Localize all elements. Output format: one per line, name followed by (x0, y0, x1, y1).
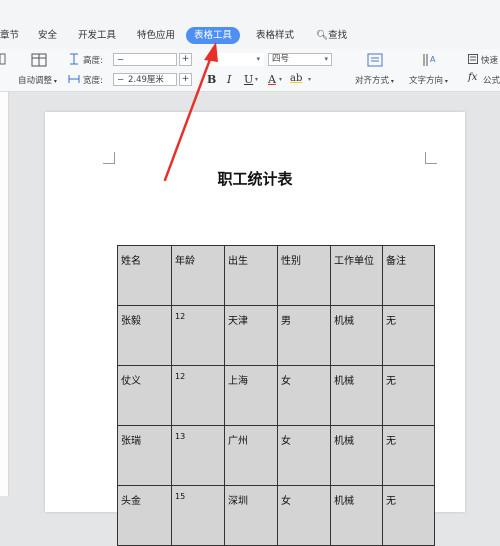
table-cell[interactable]: 无 (382, 485, 435, 546)
text-direction-icon[interactable]: A (421, 52, 437, 68)
height-label: 高度: (83, 56, 103, 66)
autofit-icon[interactable] (31, 53, 47, 67)
text-direction-button[interactable]: 文字方向 ▾ (409, 74, 448, 86)
partial-icon (0, 53, 6, 65)
table-cell[interactable]: 姓名 (117, 245, 172, 306)
quick-calc-icon[interactable] (468, 54, 478, 64)
autofit-button[interactable]: 自动调整 ▾ (18, 74, 57, 86)
table-cell[interactable]: 12 (171, 305, 225, 366)
tab-developer-tools[interactable]: 开发工具 (78, 27, 116, 44)
table-tools-ribbon: 自动调整 ▾ 高度: − + 宽度: − 2.49厘米 + ▾ 四号 ▾ B I… (0, 49, 500, 92)
table-cell[interactable]: 工作单位 (330, 245, 383, 306)
tab-chapter[interactable]: 章节 (0, 27, 19, 44)
document-page[interactable]: 职工统计表 姓名 年龄 出生 性别 工作单位 备注 张毅 12 天津 男 机械 … (45, 112, 465, 546)
table-cell[interactable]: 女 (277, 365, 331, 426)
alignment-icon[interactable] (367, 53, 383, 67)
table-cell[interactable]: 机械 (330, 305, 383, 366)
table-cell[interactable]: 无 (382, 365, 435, 426)
table-cell[interactable]: 备注 (382, 245, 435, 306)
left-gutter (0, 92, 9, 496)
table-cell[interactable]: 张瑞 (117, 425, 172, 486)
table-row: 姓名 年龄 出生 性别 工作单位 备注 (117, 245, 435, 306)
formula-icon[interactable]: fx (468, 72, 477, 83)
tab-search[interactable]: 🔍︎查找 (316, 27, 347, 44)
table-row: 仗义 12 上海 女 机械 无 (117, 365, 435, 426)
table-cell[interactable]: 女 (277, 485, 331, 546)
table-cell[interactable]: 女 (277, 425, 331, 486)
document-title[interactable]: 职工统计表 (45, 168, 465, 189)
height-input[interactable]: − (113, 53, 177, 66)
table-cell[interactable]: 15 (171, 485, 225, 546)
table-cell[interactable]: 机械 (330, 425, 383, 486)
font-size-select[interactable]: 四号 ▾ (268, 53, 332, 66)
table-cell[interactable]: 广州 (224, 425, 278, 486)
font-color-dropdown-icon[interactable]: ▾ (279, 76, 282, 83)
svg-text:A: A (430, 55, 436, 64)
table-cell[interactable]: 男 (277, 305, 331, 366)
bold-button[interactable]: B (207, 73, 216, 86)
font-color-button[interactable]: A (268, 73, 276, 86)
highlight-dropdown-icon[interactable]: ▾ (308, 76, 311, 83)
table-cell[interactable]: 出生 (224, 245, 278, 306)
table-cell[interactable]: 机械 (330, 365, 383, 426)
tab-table-style[interactable]: 表格样式 (256, 27, 294, 44)
highlight-button[interactable]: ab (290, 73, 302, 84)
table-cell[interactable]: 无 (382, 425, 435, 486)
column-width-icon (68, 75, 80, 83)
formula-button[interactable]: 公式 (483, 74, 500, 86)
underline-dropdown-icon[interactable]: ▾ (255, 76, 258, 83)
row-height-icon (70, 53, 78, 65)
underline-button[interactable]: U (244, 73, 253, 86)
margin-corner-mark (103, 152, 115, 164)
chevron-down-icon: ▾ (324, 55, 328, 63)
ribbon-tab-bar: 章节 安全 开发工具 特色应用 表格工具 表格样式 🔍︎查找 (0, 22, 500, 50)
table-row: 头金 15 深圳 女 机械 无 (117, 485, 435, 546)
width-plus-button[interactable]: + (179, 73, 192, 86)
table-cell[interactable]: 性别 (277, 245, 331, 306)
chevron-down-icon: ▾ (256, 55, 260, 63)
italic-button[interactable]: I (227, 73, 231, 86)
table-cell[interactable]: 13 (171, 425, 225, 486)
tab-security[interactable]: 安全 (38, 27, 57, 44)
search-icon: 🔍︎ (316, 30, 329, 41)
table-cell[interactable]: 无 (382, 305, 435, 366)
width-label: 宽度: (83, 76, 103, 86)
table-cell[interactable]: 深圳 (224, 485, 278, 546)
table-cell[interactable]: 年龄 (171, 245, 225, 306)
table-cell[interactable]: 头金 (117, 485, 172, 546)
table-cell[interactable]: 机械 (330, 485, 383, 546)
window-top-strip (0, 0, 500, 22)
quick-calc-label[interactable]: 快速 (481, 54, 498, 66)
tab-table-tools[interactable]: 表格工具 (186, 27, 241, 44)
margin-corner-mark (425, 152, 437, 164)
table-row: 张毅 12 天津 男 机械 无 (117, 305, 435, 366)
table-cell[interactable]: 天津 (224, 305, 278, 366)
width-input[interactable]: − 2.49厘米 (113, 73, 177, 86)
table-cell[interactable]: 12 (171, 365, 225, 426)
height-plus-button[interactable]: + (179, 53, 192, 66)
tab-featured-apps[interactable]: 特色应用 (137, 27, 175, 44)
table-cell[interactable]: 仗义 (117, 365, 172, 426)
font-name-select[interactable]: ▾ (206, 53, 264, 66)
tab-search-label: 查找 (328, 30, 348, 41)
table-cell[interactable]: 张毅 (117, 305, 172, 366)
table-row: 张瑞 13 广州 女 机械 无 (117, 425, 435, 486)
table-cell[interactable]: 上海 (224, 365, 278, 426)
alignment-button[interactable]: 对齐方式 ▾ (355, 74, 394, 86)
staff-table[interactable]: 姓名 年龄 出生 性别 工作单位 备注 张毅 12 天津 男 机械 无 仗义 1… (117, 245, 435, 546)
